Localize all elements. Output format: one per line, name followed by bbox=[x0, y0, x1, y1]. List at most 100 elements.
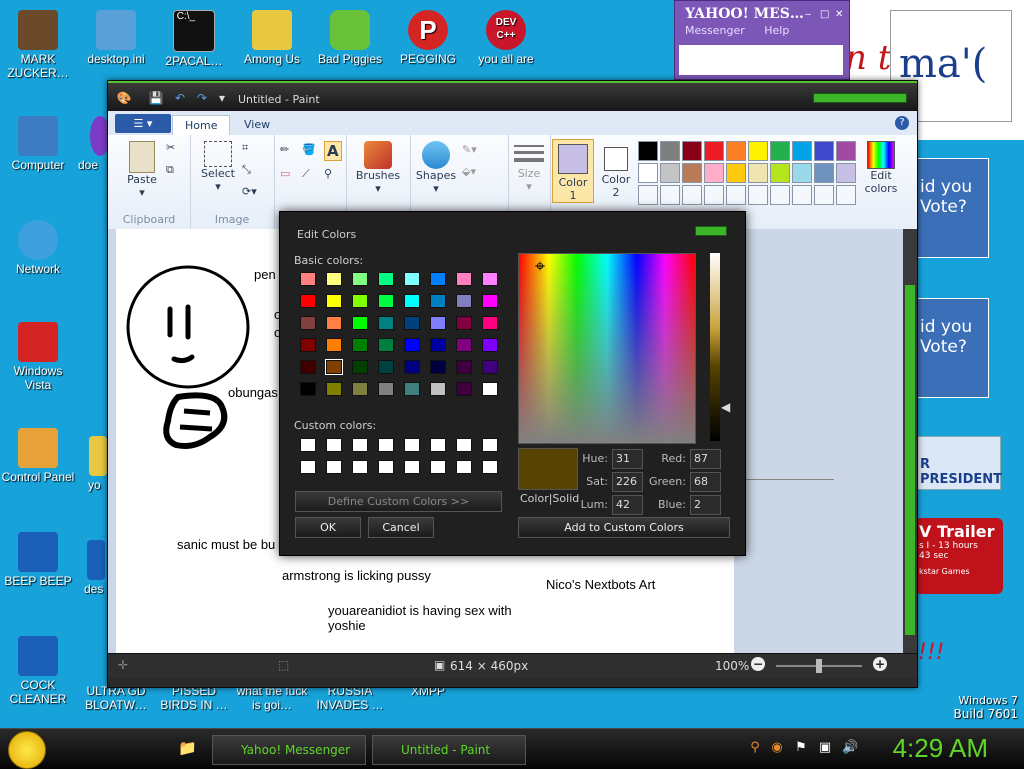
basic-color-swatch[interactable] bbox=[456, 316, 472, 330]
tab-home[interactable]: Home bbox=[172, 115, 231, 136]
basic-color-swatch[interactable] bbox=[430, 360, 446, 374]
basic-color-swatch[interactable] bbox=[326, 382, 342, 396]
explorer-icon[interactable]: 📁 bbox=[178, 739, 197, 757]
zoom-slider[interactable] bbox=[776, 659, 862, 673]
copy-icon[interactable]: ⧉ bbox=[166, 163, 174, 177]
pencil-icon[interactable]: ✏ bbox=[280, 143, 289, 156]
basic-color-swatch[interactable] bbox=[482, 294, 498, 308]
palette-swatch[interactable] bbox=[814, 141, 834, 161]
custom-color-swatch[interactable] bbox=[378, 438, 394, 452]
basic-color-swatch[interactable] bbox=[482, 316, 498, 330]
palette-empty-swatch[interactable] bbox=[638, 185, 658, 205]
color-picker-icon[interactable]: ⟋ bbox=[302, 167, 310, 181]
close-icon[interactable]: ✕ bbox=[835, 9, 843, 20]
palette-empty-swatch[interactable] bbox=[682, 185, 702, 205]
palette-swatch[interactable] bbox=[726, 141, 746, 161]
select-button[interactable]: Select ▾ bbox=[200, 141, 236, 193]
basic-color-swatch[interactable] bbox=[482, 382, 498, 396]
volume-icon[interactable]: 🔊 bbox=[842, 741, 858, 755]
basic-color-swatch[interactable] bbox=[378, 382, 394, 396]
palette-empty-swatch[interactable] bbox=[836, 185, 856, 205]
edit-colors-dialog[interactable]: Edit Colors Basic colors: Custom colors:… bbox=[279, 211, 746, 556]
desktop-icon-partial-3[interactable]: des bbox=[84, 540, 108, 596]
shapes-button[interactable]: Shapes ▾ bbox=[414, 141, 458, 195]
edit-colors-button[interactable]: Edit colors bbox=[860, 141, 902, 195]
palette-swatch[interactable] bbox=[682, 163, 702, 183]
palette-swatch[interactable] bbox=[836, 141, 856, 161]
desktop-icon-2pacal[interactable]: C:\_ 2PACAL… bbox=[156, 10, 232, 68]
palette-empty-swatch[interactable] bbox=[704, 185, 724, 205]
desktop-icon-what-the[interactable]: what the fuck is goi… bbox=[234, 684, 310, 712]
crop-icon[interactable]: ⌗ bbox=[242, 141, 248, 155]
file-menu-button[interactable]: ☰ ▾ bbox=[115, 114, 171, 133]
basic-color-swatch[interactable] bbox=[404, 294, 420, 308]
tab-view[interactable]: View bbox=[232, 115, 282, 135]
palette-swatch[interactable] bbox=[748, 163, 768, 183]
basic-color-swatch[interactable] bbox=[404, 272, 420, 286]
custom-color-swatch[interactable] bbox=[378, 460, 394, 474]
palette-swatch[interactable] bbox=[704, 163, 724, 183]
palette-swatch[interactable] bbox=[792, 141, 812, 161]
desktop-icon-russia[interactable]: RUSSIA INVADES … bbox=[312, 684, 388, 712]
palette-swatch[interactable] bbox=[748, 141, 768, 161]
hue-field[interactable]: 31 bbox=[612, 449, 643, 469]
basic-color-swatch[interactable] bbox=[352, 382, 368, 396]
color2-button[interactable]: Color 2 bbox=[596, 139, 636, 199]
basic-color-swatch[interactable] bbox=[300, 382, 316, 396]
custom-color-swatch[interactable] bbox=[352, 460, 368, 474]
basic-color-swatch[interactable] bbox=[482, 272, 498, 286]
palette-empty-swatch[interactable] bbox=[770, 185, 790, 205]
basic-color-swatch[interactable] bbox=[404, 360, 420, 374]
taskbar-yahoo-messenger[interactable]: Yahoo! Messenger bbox=[212, 735, 366, 765]
palette-empty-swatch[interactable] bbox=[660, 185, 680, 205]
yahoo-messenger-window[interactable]: YAHOO! MES… Messenger Help ‒ □ ✕ bbox=[674, 0, 850, 80]
basic-color-swatch[interactable] bbox=[456, 338, 472, 352]
basic-color-swatch[interactable] bbox=[378, 360, 394, 374]
palette-swatch[interactable] bbox=[814, 163, 834, 183]
basic-color-swatch[interactable] bbox=[352, 272, 368, 286]
yahoo-menu-messenger[interactable]: Messenger bbox=[685, 24, 745, 37]
lum-field[interactable]: 42 bbox=[612, 495, 643, 515]
palette-swatch[interactable] bbox=[638, 163, 658, 183]
custom-color-swatch[interactable] bbox=[482, 460, 498, 474]
custom-color-swatch[interactable] bbox=[326, 460, 342, 474]
desktop-icon-cock-cleaner[interactable]: COCK CLEANER bbox=[0, 636, 76, 706]
palette-empty-swatch[interactable] bbox=[726, 185, 746, 205]
desktop-icon-pissed-birds[interactable]: PISSED BIRDS IN … bbox=[156, 684, 232, 712]
custom-color-swatch[interactable] bbox=[430, 438, 446, 452]
custom-color-swatch[interactable] bbox=[456, 460, 472, 474]
basic-color-swatch[interactable] bbox=[404, 316, 420, 330]
palette-swatch[interactable] bbox=[704, 141, 724, 161]
scroll-thumb[interactable] bbox=[905, 285, 915, 635]
palette-empty-swatch[interactable] bbox=[748, 185, 768, 205]
basic-color-swatch[interactable] bbox=[456, 294, 472, 308]
desktop-icon-partial-1[interactable]: doe bbox=[78, 116, 110, 172]
luminance-slider[interactable] bbox=[710, 253, 720, 441]
custom-color-swatch[interactable] bbox=[404, 438, 420, 452]
palette-swatch[interactable] bbox=[726, 163, 746, 183]
text-icon[interactable]: A bbox=[324, 141, 342, 161]
start-button[interactable] bbox=[8, 731, 46, 769]
basic-color-swatch[interactable] bbox=[456, 360, 472, 374]
window-controls[interactable] bbox=[813, 93, 907, 103]
palette-empty-swatch[interactable] bbox=[814, 185, 834, 205]
fill-icon[interactable]: 🪣 bbox=[302, 143, 316, 156]
search-icon[interactable]: ⚲ bbox=[748, 741, 762, 755]
basic-color-swatch[interactable] bbox=[300, 272, 316, 286]
palette-swatch[interactable] bbox=[682, 141, 702, 161]
tray-circle-icon[interactable]: ◉ bbox=[770, 741, 784, 755]
basic-color-swatch[interactable] bbox=[352, 294, 368, 308]
cut-icon[interactable]: ✂ bbox=[166, 141, 175, 154]
basic-color-swatch[interactable] bbox=[456, 272, 472, 286]
custom-color-swatch[interactable] bbox=[404, 460, 420, 474]
custom-color-swatch[interactable] bbox=[300, 460, 316, 474]
brushes-button[interactable]: Brushes ▾ bbox=[352, 141, 404, 195]
desktop-icon-computer[interactable]: Computer bbox=[0, 116, 76, 172]
palette-swatch[interactable] bbox=[770, 163, 790, 183]
zoom-slider-thumb[interactable] bbox=[816, 659, 822, 673]
basic-color-swatch[interactable] bbox=[352, 316, 368, 330]
basic-color-swatch[interactable] bbox=[482, 338, 498, 352]
basic-color-swatch[interactable] bbox=[430, 272, 446, 286]
desktop-icon-beep-beep[interactable]: BEEP BEEP bbox=[0, 532, 76, 588]
desktop-icon-pegging[interactable]: P PEGGING bbox=[390, 10, 466, 66]
